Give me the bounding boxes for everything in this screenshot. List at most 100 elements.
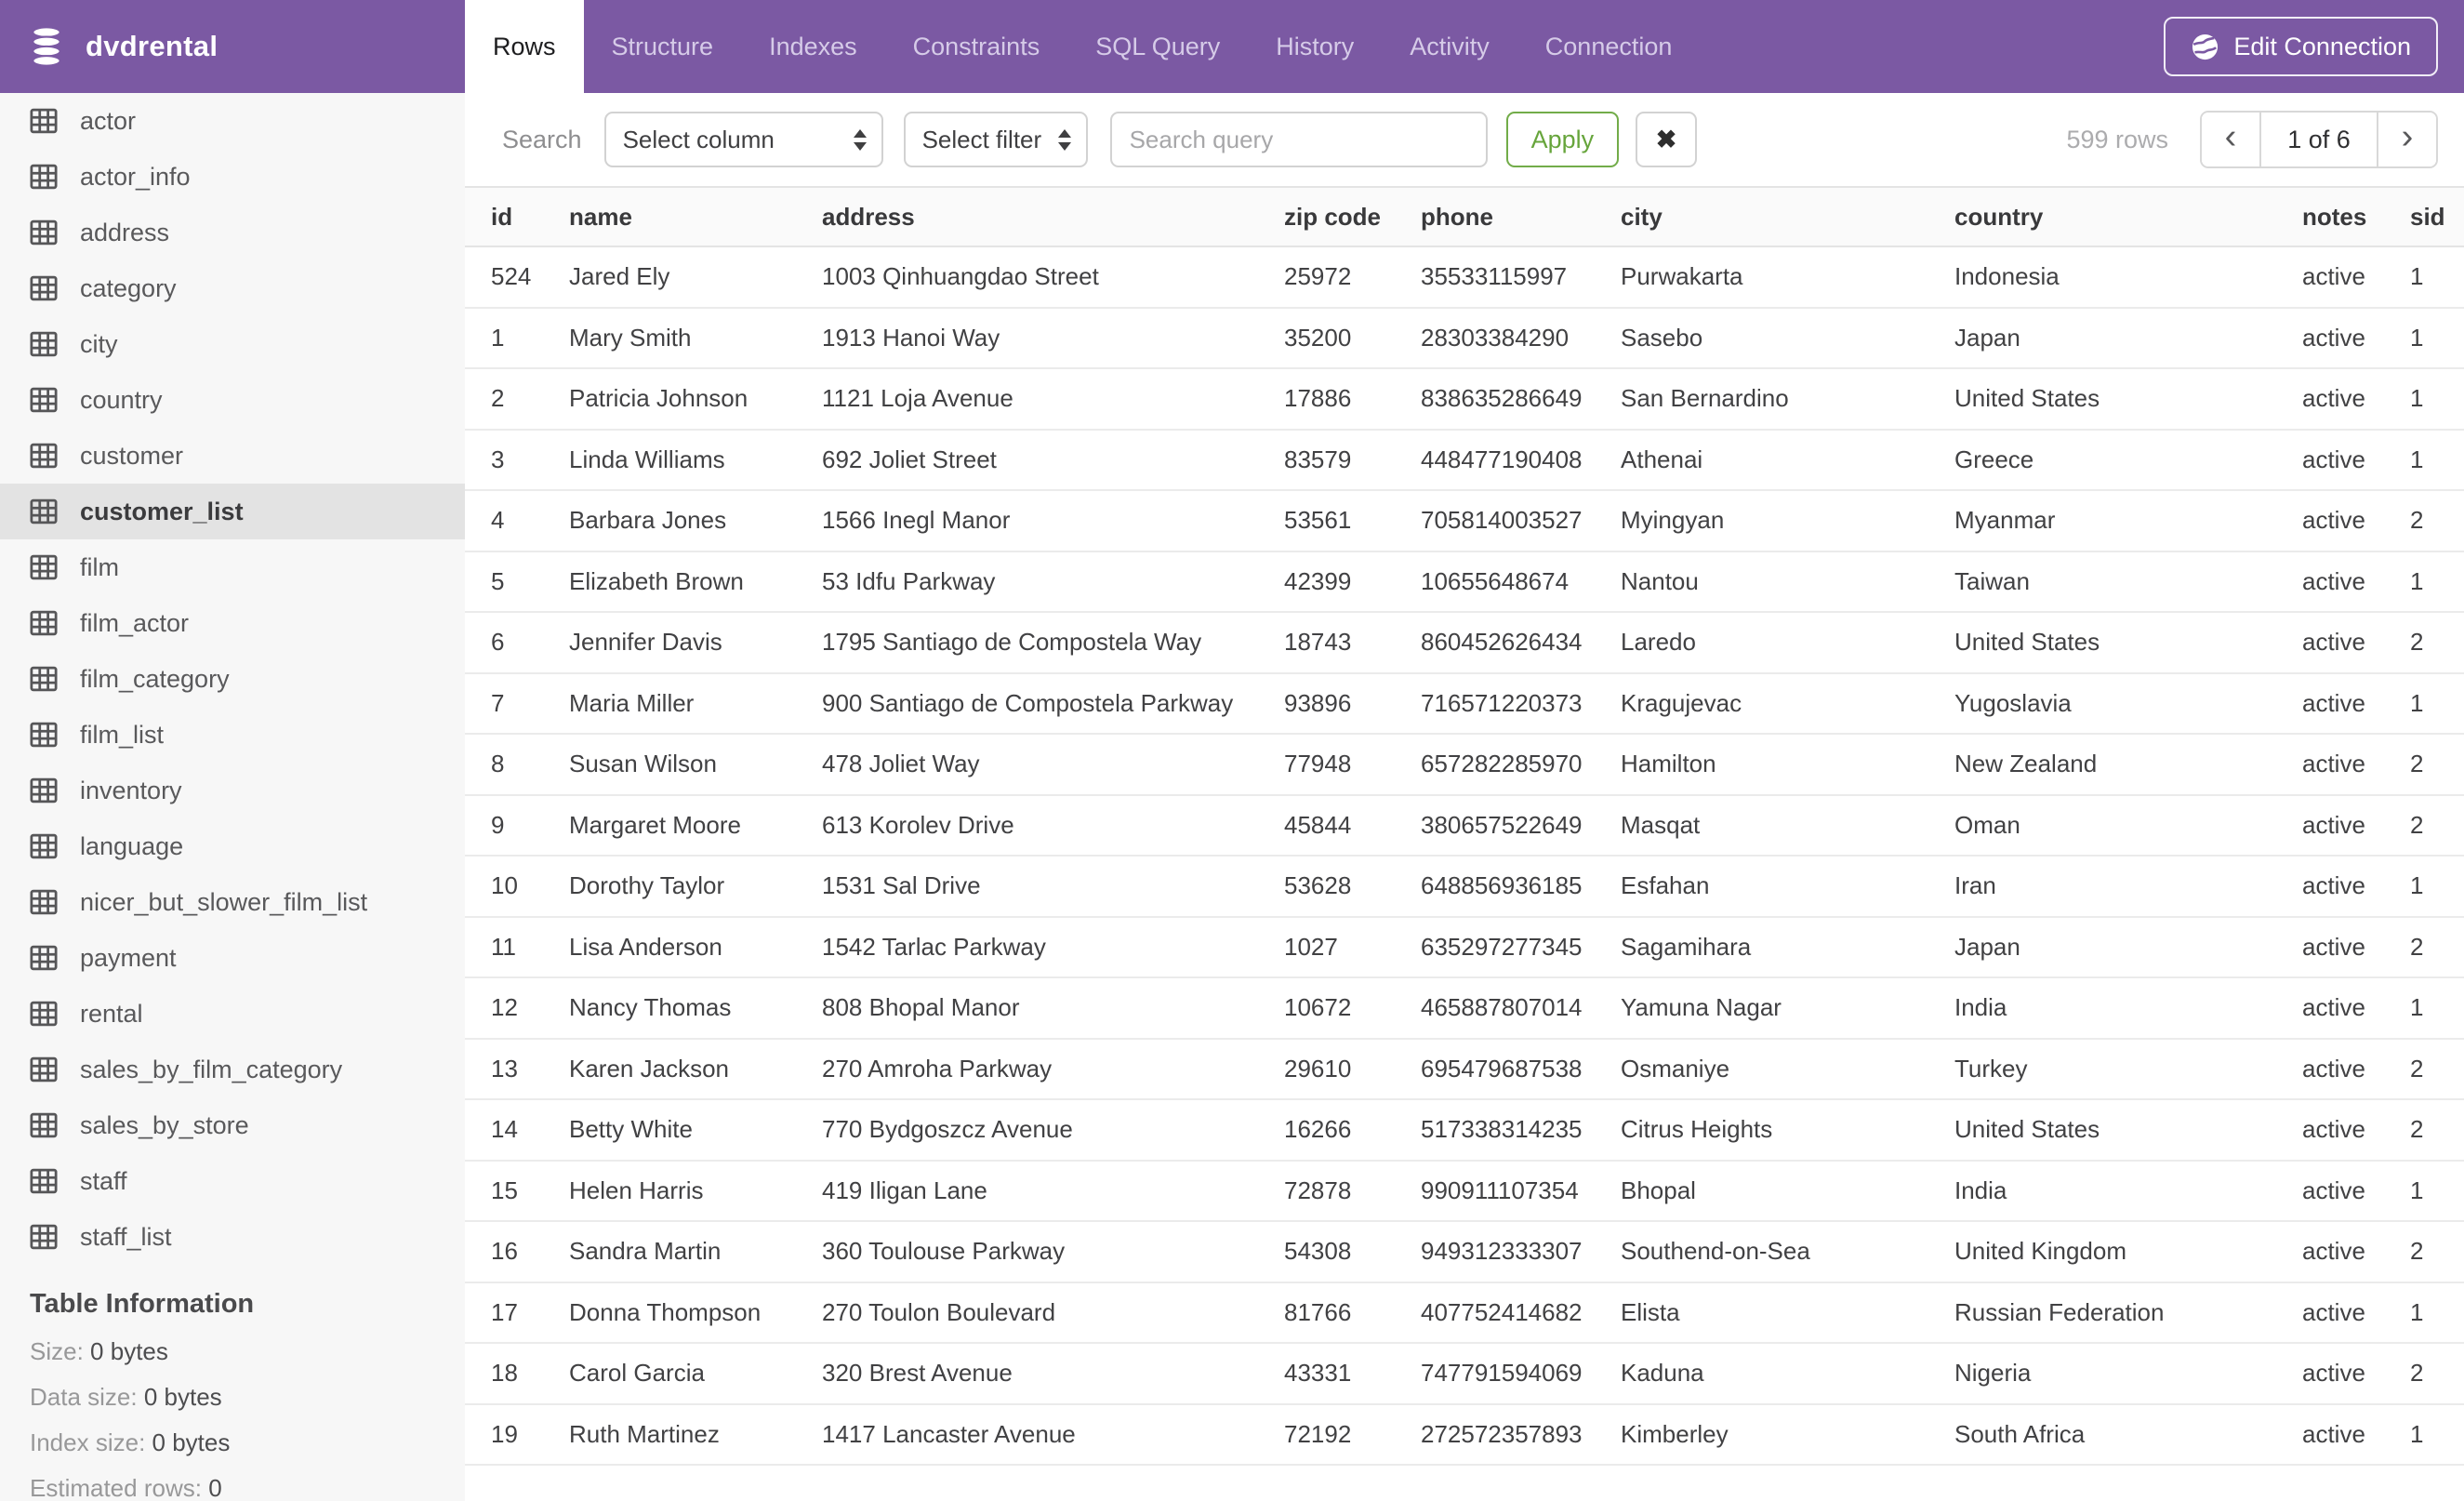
column-header-address[interactable]: address — [822, 186, 1284, 247]
table-row[interactable]: 6 Jennifer Davis 1795 Santiago de Composte… — [465, 612, 2464, 674]
column-select[interactable]: Select column — [603, 112, 883, 167]
column-header-zip-code[interactable]: zip code — [1284, 186, 1421, 247]
cell-name: Linda Williams — [569, 429, 822, 491]
column-header-notes[interactable]: notes — [2302, 186, 2410, 247]
cell-country: New Zealand — [1954, 734, 2302, 796]
sidebar-item-staff-list[interactable]: staff_list — [0, 1209, 465, 1265]
sidebar-item-address[interactable]: address — [0, 205, 465, 260]
cell-zip-code: 29610 — [1284, 1038, 1421, 1100]
sidebar-item-film[interactable]: film — [0, 539, 465, 595]
cell-country: Myanmar — [1954, 490, 2302, 552]
column-header-phone[interactable]: phone — [1421, 186, 1621, 247]
table-row[interactable]: 7 Maria Miller 900 Santiago de Compostela … — [465, 672, 2464, 735]
sidebar-item-nicer-but-slower-film-list[interactable]: nicer_but_slower_film_list — [0, 874, 465, 930]
tab-indexes[interactable]: Indexes — [741, 0, 885, 93]
tab-history[interactable]: History — [1248, 0, 1382, 93]
cell-country: India — [1954, 1160, 2302, 1222]
cell-notes: active — [2302, 794, 2410, 857]
cell-zip-code: 83579 — [1284, 429, 1421, 491]
table-row[interactable]: 19 Ruth Martinez 1417 Lancaster Avenue 7219… — [465, 1403, 2464, 1466]
sidebar-item-city[interactable]: city — [0, 316, 465, 372]
table-row[interactable]: 15 Helen Harris 419 Iligan Lane 72878 990911… — [465, 1160, 2464, 1222]
cell-address: 1531 Sal Drive — [822, 856, 1284, 918]
tab-sql-query[interactable]: SQL Query — [1067, 0, 1248, 93]
table-grid-icon — [30, 498, 58, 525]
search-query-input[interactable] — [1109, 112, 1488, 167]
cell-country: United States — [1954, 368, 2302, 431]
table-row[interactable]: 4 Barbara Jones 1566 Inegl Manor 53561 70581… — [465, 490, 2464, 552]
table-row[interactable]: 2 Patricia Johnson 1121 Loja Avenue 17886 83… — [465, 368, 2464, 431]
tab-constraints[interactable]: Constraints — [885, 0, 1068, 93]
select-arrows-icon — [853, 128, 867, 151]
tab-activity[interactable]: Activity — [1382, 0, 1517, 93]
sidebar-item-staff[interactable]: staff — [0, 1153, 465, 1209]
cell-name: Sandra Martin — [569, 1221, 822, 1283]
sidebar-item-actor-info[interactable]: actor_info — [0, 149, 465, 205]
cell-phone: 657282285970 — [1421, 734, 1621, 796]
sidebar-item-sales-by-store[interactable]: sales_by_store — [0, 1097, 465, 1153]
edit-connection-button[interactable]: Edit Connection — [2164, 17, 2438, 76]
table-row[interactable]: 5 Elizabeth Brown 53 Idfu Parkway 42399 1065… — [465, 551, 2464, 613]
table-grid-icon — [30, 1056, 58, 1083]
clear-search-button[interactable]: ✖ — [1636, 112, 1698, 167]
cell-country: United Kingdom — [1954, 1221, 2302, 1283]
table-row[interactable]: 17 Donna Thompson 270 Toulon Boulevard 8176… — [465, 1282, 2464, 1344]
column-header-country[interactable]: country — [1954, 186, 2302, 247]
table-row[interactable]: 16 Sandra Martin 360 Toulouse Parkway 54308… — [465, 1221, 2464, 1283]
sidebar-item-customer[interactable]: customer — [0, 428, 465, 484]
cell-notes: active — [2302, 672, 2410, 735]
table-grid-icon — [30, 777, 58, 804]
column-header-city[interactable]: city — [1621, 186, 1954, 247]
table-row[interactable]: 524 Jared Ely 1003 Qinhuangdao Street 25972… — [465, 246, 2464, 309]
sidebar-item-language[interactable]: language — [0, 818, 465, 874]
cell-id: 5 — [465, 551, 569, 613]
prev-page-button[interactable]: ‹ — [2202, 113, 2259, 166]
cell-notes: active — [2302, 551, 2410, 613]
cell-sid: 2 — [2410, 1343, 2464, 1405]
sidebar-item-category[interactable]: category — [0, 260, 465, 316]
table-name-label: film_category — [80, 664, 230, 693]
sidebar-item-film-category[interactable]: film_category — [0, 651, 465, 707]
sidebar-item-payment[interactable]: payment — [0, 930, 465, 986]
column-header-sid[interactable]: sid — [2410, 186, 2464, 247]
table-information-heading: Table Information — [30, 1289, 255, 1319]
table-name-label: language — [80, 831, 184, 860]
table-row[interactable]: 1 Mary Smith 1913 Hanoi Way 35200 2830338429… — [465, 307, 2464, 369]
table-row[interactable]: 8 Susan Wilson 478 Joliet Way 77948 65728228… — [465, 734, 2464, 796]
column-header-id[interactable]: id — [465, 186, 569, 247]
tab-rows[interactable]: Rows — [465, 0, 584, 93]
cell-notes: active — [2302, 856, 2410, 918]
cell-name: Helen Harris — [569, 1160, 822, 1222]
tab-connection[interactable]: Connection — [1517, 0, 1701, 93]
sidebar-item-sales-by-film-category[interactable]: sales_by_film_category — [0, 1042, 465, 1097]
table-row[interactable]: 18 Carol Garcia 320 Brest Avenue 43331 74779… — [465, 1343, 2464, 1405]
table-row[interactable]: 11 Lisa Anderson 1542 Tarlac Parkway 1027 63… — [465, 916, 2464, 978]
table-row[interactable]: 12 Nancy Thomas 808 Bhopal Manor 10672 46588… — [465, 977, 2464, 1040]
apply-button[interactable]: Apply — [1505, 112, 1620, 167]
table-row[interactable]: 13 Karen Jackson 270 Amroha Parkway 29610 69… — [465, 1038, 2464, 1100]
cell-id: 16 — [465, 1221, 569, 1283]
sidebar-item-rental[interactable]: rental — [0, 986, 465, 1042]
cell-name: Barbara Jones — [569, 490, 822, 552]
sidebar-item-film-actor[interactable]: film_actor — [0, 595, 465, 651]
cell-notes: active — [2302, 1038, 2410, 1100]
next-page-button[interactable]: › — [2378, 113, 2436, 166]
table-row[interactable]: 10 Dorothy Taylor 1531 Sal Drive 53628 64885… — [465, 856, 2464, 918]
sidebar-item-country[interactable]: country — [0, 372, 465, 428]
cell-city: Purwakarta — [1621, 246, 1954, 309]
table-head: id name address zip code phone city country not… — [465, 186, 2464, 247]
table-row[interactable]: 9 Margaret Moore 613 Korolev Drive 45844 380… — [465, 794, 2464, 857]
sidebar-item-actor[interactable]: actor — [0, 93, 465, 149]
sidebar-item-inventory[interactable]: inventory — [0, 763, 465, 818]
cell-address: 1003 Qinhuangdao Street — [822, 246, 1284, 309]
tab-structure[interactable]: Structure — [584, 0, 742, 93]
filter-select[interactable]: Select filter — [903, 112, 1088, 167]
table-row[interactable]: 14 Betty White 770 Bydgoszcz Avenue 16266 51… — [465, 1099, 2464, 1162]
column-header-name[interactable]: name — [569, 186, 822, 247]
sidebar-item-film-list[interactable]: film_list — [0, 707, 465, 763]
cell-id: 4 — [465, 490, 569, 552]
cell-id: 12 — [465, 977, 569, 1040]
table-row[interactable]: 3 Linda Williams 692 Joliet Street 83579 448… — [465, 429, 2464, 491]
cell-sid: 2 — [2410, 1221, 2464, 1283]
sidebar-item-customer-list[interactable]: customer_list — [0, 484, 465, 539]
